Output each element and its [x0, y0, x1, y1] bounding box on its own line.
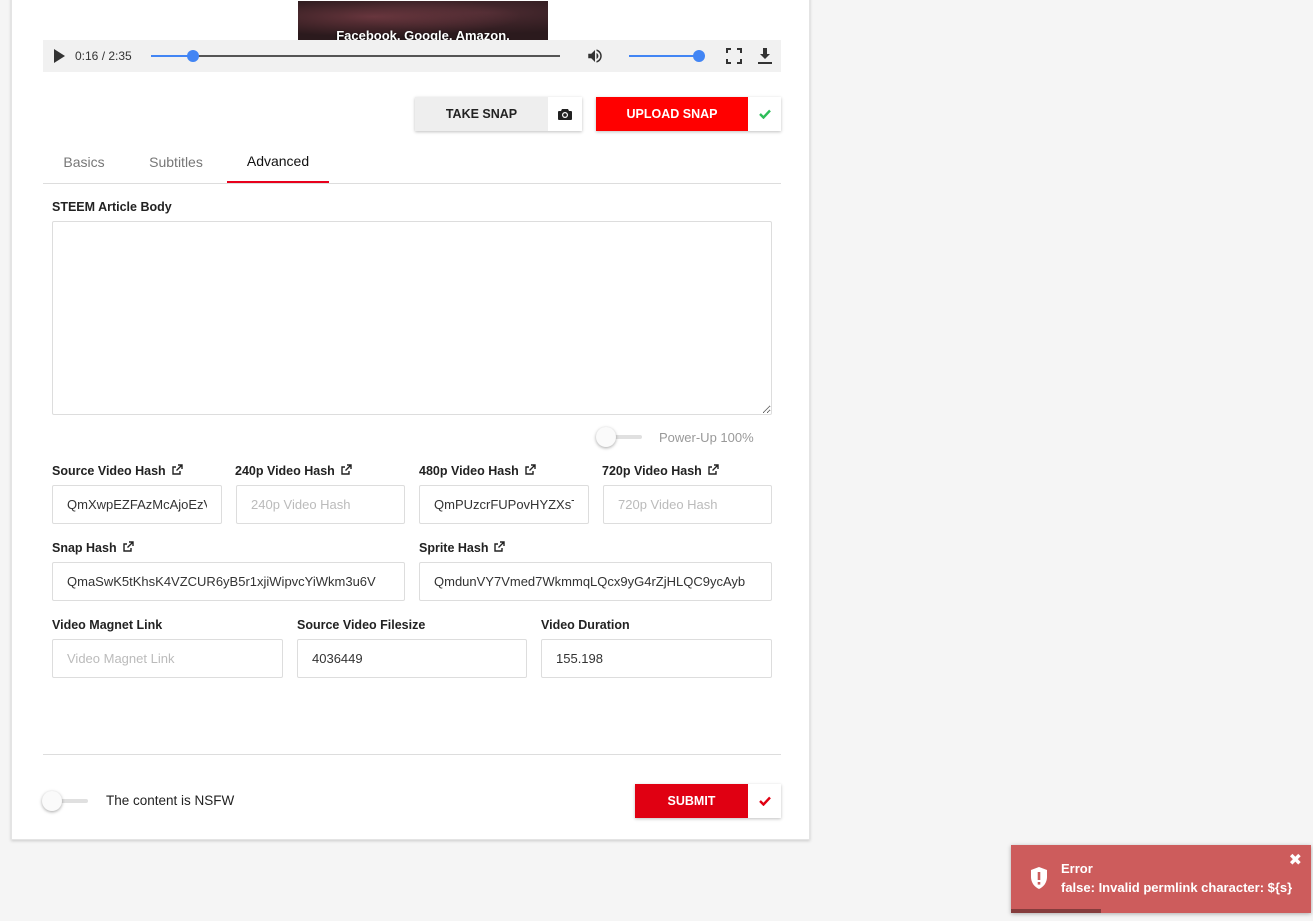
article-body-textarea[interactable]	[52, 221, 772, 415]
nsfw-toggle-thumb	[42, 791, 62, 811]
tab-basics[interactable]: Basics	[43, 141, 125, 183]
take-snap-group: TAKE SNAP	[415, 97, 582, 131]
tab-subtitles[interactable]: Subtitles	[133, 141, 219, 183]
powerup-toggle-thumb	[596, 427, 616, 447]
sprite-hash-input[interactable]	[419, 562, 772, 601]
article-body-label: STEEM Article Body	[52, 200, 172, 214]
source-video-hash-label-text: Source Video Hash	[52, 464, 166, 478]
720p-video-hash-label: 720p Video Hash	[602, 464, 719, 478]
source-video-filesize-label: Source Video Filesize	[297, 618, 426, 632]
tab-advanced[interactable]: Advanced	[227, 141, 329, 183]
volume-slider[interactable]	[629, 50, 705, 62]
submit-group: SUBMIT	[635, 784, 781, 818]
toast-timer-bar	[1011, 909, 1101, 913]
480p-video-hash-input[interactable]	[419, 485, 589, 524]
toast-title: Error	[1061, 861, 1093, 876]
720p-video-hash-input[interactable]	[603, 485, 772, 524]
video-player-controls: 0:16 / 2:35	[43, 40, 781, 72]
video-magnet-link-input[interactable]	[52, 639, 283, 678]
external-link-icon[interactable]	[122, 541, 134, 553]
source-video-hash-input[interactable]	[52, 485, 222, 524]
240p-video-hash-input[interactable]	[236, 485, 405, 524]
source-video-filesize-input[interactable]	[297, 639, 527, 678]
240p-video-hash-label-text: 240p Video Hash	[235, 464, 335, 478]
error-toast: Error false: Invalid permlink character:…	[1011, 845, 1311, 913]
external-link-icon[interactable]	[493, 541, 506, 553]
volume-icon[interactable]	[586, 47, 604, 65]
nsfw-toggle[interactable]	[42, 791, 90, 811]
240p-video-hash-label: 240p Video Hash	[235, 464, 352, 478]
snap-hash-label: Snap Hash	[52, 541, 134, 555]
external-link-icon[interactable]	[171, 464, 183, 476]
check-icon	[748, 97, 781, 131]
video-magnet-link-label: Video Magnet Link	[52, 618, 163, 632]
sprite-hash-label: Sprite Hash	[419, 541, 506, 555]
upload-form-card: Facebook, Google, Amazon, 0:16 / 2:35 TA…	[11, 0, 810, 840]
sprite-hash-label-text: Sprite Hash	[419, 541, 489, 555]
720p-video-hash-label-text: 720p Video Hash	[602, 464, 702, 478]
submit-button[interactable]: SUBMIT	[635, 784, 748, 818]
external-link-icon[interactable]	[524, 464, 536, 476]
check-icon	[748, 784, 781, 818]
volume-level	[629, 55, 699, 57]
play-icon[interactable]	[54, 49, 65, 63]
external-link-icon[interactable]	[707, 464, 719, 476]
footer-divider	[43, 754, 781, 755]
nsfw-label: The content is NSFW	[106, 793, 235, 808]
seek-handle[interactable]	[187, 50, 200, 62]
video-time: 0:16 / 2:35	[75, 49, 132, 63]
powerup-label: Power-Up 100%	[659, 430, 754, 445]
upload-snap-button[interactable]: UPLOAD SNAP	[596, 97, 748, 131]
snap-hash-label-text: Snap Hash	[52, 541, 117, 555]
480p-video-hash-label: 480p Video Hash	[419, 464, 536, 478]
download-icon[interactable]	[757, 47, 773, 65]
powerup-toggle[interactable]	[596, 427, 644, 447]
video-caption: Facebook, Google, Amazon,	[336, 28, 510, 40]
video-duration-label: Video Duration	[541, 618, 630, 632]
toast-message: false: Invalid permlink character: ${s}	[1061, 880, 1293, 895]
video-frame[interactable]: Facebook, Google, Amazon,	[298, 1, 548, 40]
volume-handle[interactable]	[693, 50, 705, 62]
upload-snap-group: UPLOAD SNAP	[596, 97, 781, 131]
external-link-icon[interactable]	[340, 464, 352, 476]
video-duration-input[interactable]	[541, 639, 772, 678]
fullscreen-icon[interactable]	[726, 48, 742, 64]
camera-icon[interactable]	[548, 97, 582, 131]
close-icon[interactable]: ✖	[1289, 853, 1302, 869]
take-snap-button[interactable]: TAKE SNAP	[415, 97, 548, 131]
480p-video-hash-label-text: 480p Video Hash	[419, 464, 519, 478]
shield-alert-icon	[1031, 867, 1047, 889]
source-video-hash-label: Source Video Hash	[52, 464, 183, 478]
form-tabs: Basics Subtitles Advanced	[43, 141, 781, 184]
snap-hash-input[interactable]	[52, 562, 405, 601]
seek-bar[interactable]	[151, 50, 560, 62]
